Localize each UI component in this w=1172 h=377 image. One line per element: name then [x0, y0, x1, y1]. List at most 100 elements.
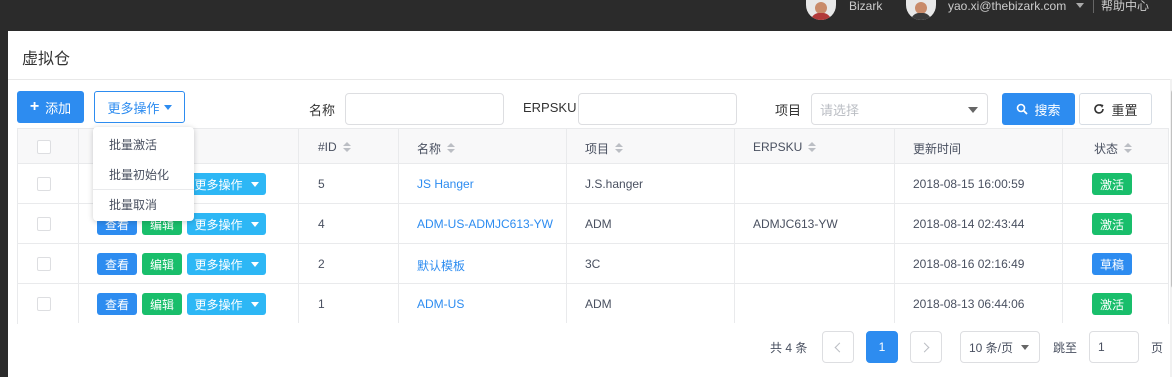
cell-name-link[interactable]: 默认模板 — [417, 257, 465, 274]
menu-item-batch-initialize[interactable]: 批量初始化 — [93, 159, 194, 189]
column-header-project[interactable]: 项目 — [585, 140, 624, 157]
prev-page-button[interactable] — [822, 331, 854, 363]
refresh-icon — [1094, 104, 1105, 114]
status-badge: 激活 — [1092, 213, 1132, 235]
sort-icon[interactable] — [615, 143, 624, 154]
cell-id: 4 — [318, 217, 325, 231]
cell-updated: 2018-08-15 16:00:59 — [913, 177, 1025, 191]
sort-icon[interactable] — [1124, 143, 1133, 154]
chevron-down-icon — [250, 301, 259, 307]
main-panel: 虚拟仓 + 添加 更多操作 名称 ERPSKU 项目 请选择 搜索 重置 #ID… — [8, 31, 1172, 377]
row-checkbox[interactable] — [37, 257, 51, 271]
cell-name-link[interactable]: ADM-US — [417, 297, 464, 311]
column-divider — [298, 129, 299, 323]
sort-icon[interactable] — [808, 141, 817, 153]
user-menu-caret-icon[interactable] — [1076, 3, 1084, 8]
column-divider — [566, 129, 567, 323]
row-more-actions-button[interactable]: 更多操作 — [187, 173, 266, 195]
table-row: 查看 编辑 更多操作 2 默认模板 3C 2018-08-16 02:16:49… — [18, 244, 1168, 284]
chevron-down-icon — [163, 104, 172, 110]
row-checkbox[interactable] — [37, 177, 51, 191]
status-badge: 草稿 — [1092, 253, 1132, 275]
column-divider — [894, 129, 895, 323]
page-title: 虚拟仓 — [22, 51, 71, 68]
total-count: 共 4 条 — [770, 341, 808, 355]
column-header-erpsku[interactable]: ERPSKU — [753, 140, 817, 154]
page-unit-label: 页 — [1151, 341, 1164, 355]
column-divider — [398, 129, 399, 323]
name-filter-input[interactable] — [345, 93, 504, 125]
sort-icon[interactable] — [342, 141, 351, 153]
batch-actions-menu: 批量激活 批量初始化 批量取消 — [93, 127, 194, 221]
erpsku-filter-label: ERPSKU — [523, 100, 577, 115]
add-button[interactable]: + 添加 — [17, 91, 84, 123]
cell-updated: 2018-08-13 06:44:06 — [913, 297, 1025, 311]
help-link[interactable]: 帮助中心 — [1101, 0, 1149, 14]
search-button[interactable]: 搜索 — [1002, 93, 1075, 125]
cell-project: 3C — [585, 257, 601, 271]
batch-actions-label: 更多操作 — [107, 100, 160, 116]
top-bar: Bizark yao.xi@thebizark.com 帮助中心 — [0, 0, 1172, 31]
cell-project: J.S.hanger — [585, 177, 644, 191]
cell-id: 2 — [318, 257, 325, 271]
chevron-down-icon — [250, 221, 259, 227]
chevron-down-icon — [1021, 344, 1030, 350]
chevron-down-icon — [250, 261, 259, 267]
user-avatar[interactable] — [906, 0, 936, 20]
row-more-actions-button[interactable]: 更多操作 — [187, 253, 266, 275]
next-page-button[interactable] — [910, 331, 942, 363]
edit-button[interactable]: 编辑 — [142, 253, 182, 275]
row-checkbox[interactable] — [37, 297, 51, 311]
table-row: 查看 编辑 更多操作 1 ADM-US ADM 2018-08-13 06:44… — [18, 284, 1168, 324]
view-button[interactable]: 查看 — [97, 293, 137, 315]
topbar-divider — [1093, 0, 1094, 13]
cell-id: 1 — [318, 297, 325, 311]
row-more-actions-button[interactable]: 更多操作 — [187, 213, 266, 235]
chevron-down-icon — [968, 107, 978, 113]
column-header-name[interactable]: 名称 — [417, 140, 456, 157]
page-size-select[interactable]: 10 条/页 — [960, 331, 1040, 363]
sort-icon[interactable] — [447, 143, 456, 154]
cell-name-link[interactable]: ADM-US-ADMJC613-YW — [417, 217, 553, 231]
menu-item-batch-cancel[interactable]: 批量取消 — [93, 189, 194, 219]
column-header-id[interactable]: #ID — [318, 140, 351, 154]
page-size-value: 10 条/页 — [969, 340, 1014, 355]
row-checkbox[interactable] — [37, 217, 51, 231]
plus-icon: + — [29, 98, 40, 115]
user-email[interactable]: yao.xi@thebizark.com — [948, 0, 1066, 14]
chevron-down-icon — [250, 181, 259, 187]
chevron-right-icon — [919, 342, 930, 352]
search-icon — [1017, 103, 1029, 115]
cell-name-link[interactable]: JS Hanger — [417, 177, 474, 191]
column-divider — [1062, 129, 1063, 323]
page-button-current[interactable]: 1 — [866, 331, 898, 363]
edit-button[interactable]: 编辑 — [142, 293, 182, 315]
project-filter-label: 项目 — [775, 103, 802, 118]
column-header-status[interactable]: 状态 — [1094, 140, 1133, 157]
add-button-label: 添加 — [45, 100, 72, 116]
column-divider — [734, 129, 735, 323]
title-divider — [8, 79, 1172, 80]
row-more-actions-button[interactable]: 更多操作 — [187, 293, 266, 315]
status-badge: 激活 — [1092, 173, 1132, 195]
project-select[interactable]: 请选择 — [811, 93, 988, 125]
jump-label: 跳至 — [1053, 341, 1078, 355]
cell-updated: 2018-08-14 02:43:44 — [913, 217, 1025, 231]
erpsku-filter-input[interactable] — [578, 93, 737, 125]
column-header-updated: 更新时间 — [913, 142, 962, 156]
select-all-checkbox[interactable] — [37, 140, 51, 154]
company-logo — [806, 0, 836, 20]
sidebar-edge — [0, 31, 8, 377]
company-name[interactable]: Bizark — [849, 0, 882, 14]
cell-updated: 2018-08-16 02:16:49 — [913, 257, 1025, 271]
reset-button[interactable]: 重置 — [1079, 93, 1152, 125]
view-button[interactable]: 查看 — [97, 253, 137, 275]
search-button-label: 搜索 — [1034, 102, 1061, 118]
batch-actions-button[interactable]: 更多操作 — [94, 91, 185, 123]
cell-project: ADM — [585, 217, 612, 231]
cell-project: ADM — [585, 297, 612, 311]
chevron-left-icon — [834, 342, 845, 352]
menu-item-batch-activate[interactable]: 批量激活 — [93, 129, 194, 159]
jump-page-input[interactable]: 1 — [1089, 331, 1139, 363]
cell-id: 5 — [318, 177, 325, 191]
